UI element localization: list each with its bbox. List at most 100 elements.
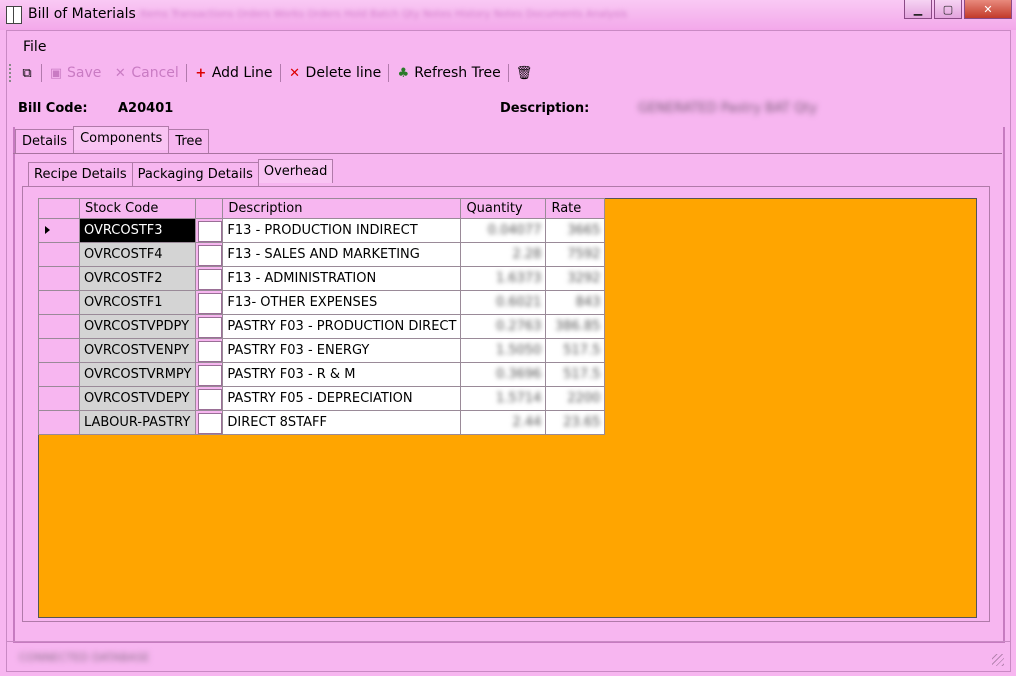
description-cell[interactable]: F13 - ADMINISTRATION xyxy=(222,266,462,291)
current-row-arrow-icon xyxy=(45,226,50,234)
col-description[interactable]: Description xyxy=(222,198,462,219)
background-menu: Items Transactions Orders Works Orders H… xyxy=(140,9,628,20)
rate-cell: 386.85 xyxy=(554,319,601,334)
col-rate[interactable]: Rate xyxy=(545,198,606,219)
cancel-icon: ✕ xyxy=(114,65,126,81)
row-selector[interactable] xyxy=(38,386,80,411)
table-row[interactable]: OVRCOSTVRMPY PASTRY F03 - R & M 0.3696 5… xyxy=(38,362,606,387)
add-line-label: Add Line xyxy=(211,65,273,81)
stock-code-cell[interactable]: OVRCOSTVPDPY xyxy=(78,314,197,339)
rate-cell: 7592 xyxy=(567,247,601,262)
tab-recipe-details[interactable]: Recipe Details xyxy=(28,162,133,186)
delete-icon: ✕ xyxy=(289,65,300,81)
lookup-cell[interactable] xyxy=(195,242,224,267)
cancel-button[interactable]: ✕ Cancel xyxy=(107,65,184,81)
stock-code-cell[interactable]: LABOUR-PASTRY xyxy=(78,410,197,435)
refresh-tree-button[interactable]: ♣ Refresh Tree xyxy=(390,65,507,81)
table-row[interactable]: OVRCOSTF4 F13 - SALES AND MARKETING 2.28… xyxy=(38,242,606,267)
row-selector[interactable] xyxy=(38,290,80,315)
table-row[interactable]: LABOUR-PASTRY DIRECT 8STAFF 2.44 23.65 xyxy=(38,410,606,435)
lookup-cell[interactable] xyxy=(195,218,224,243)
lookup-cell[interactable] xyxy=(195,314,224,339)
col-quantity[interactable]: Quantity xyxy=(460,198,547,219)
description-cell[interactable]: DIRECT 8STAFF xyxy=(222,410,462,435)
status-bar: CONNECTED DATABASE xyxy=(7,641,1010,670)
trash-icon: 🗑 xyxy=(515,65,533,81)
tab-components[interactable]: Components xyxy=(73,126,170,150)
row-selector[interactable] xyxy=(38,338,80,363)
rate-cell: 843 xyxy=(575,295,601,310)
row-selector[interactable] xyxy=(38,362,80,387)
row-selector[interactable] xyxy=(38,266,80,291)
col-stock-code[interactable]: Stock Code xyxy=(78,198,197,219)
copy-button[interactable]: ⧉ xyxy=(14,66,40,81)
resize-grip-icon[interactable] xyxy=(992,654,1004,666)
lookup-cell[interactable] xyxy=(195,290,224,315)
row-selector[interactable] xyxy=(38,314,80,339)
stock-code-cell[interactable]: OVRCOSTVDEPY xyxy=(78,386,197,411)
quantity-cell: 1.5050 xyxy=(495,343,542,358)
table-row[interactable]: OVRCOSTF2 F13 - ADMINISTRATION 1.6373 32… xyxy=(38,266,606,291)
outer-tabs: Details Components Tree xyxy=(15,126,210,153)
lookup-cell[interactable] xyxy=(195,266,224,291)
row-selector[interactable] xyxy=(38,218,80,243)
maximize-button[interactable]: ▢ xyxy=(934,0,962,19)
tab-details[interactable]: Details xyxy=(15,129,75,153)
book-icon xyxy=(6,6,22,24)
refresh-tree-label: Refresh Tree xyxy=(414,65,501,81)
quantity-cell: 0.04077 xyxy=(487,223,542,238)
table-row[interactable]: OVRCOSTVENPY PASTRY F03 - ENERGY 1.5050 … xyxy=(38,338,606,363)
lookup-cell[interactable] xyxy=(195,362,224,387)
rate-cell: 517.5 xyxy=(563,343,601,358)
add-line-button[interactable]: + Add Line xyxy=(188,65,279,81)
quantity-cell: 1.6373 xyxy=(495,271,542,286)
quantity-cell: 2.28 xyxy=(512,247,542,262)
tab-packaging-details[interactable]: Packaging Details xyxy=(131,162,259,186)
rate-cell: 3665 xyxy=(567,223,601,238)
save-label: Save xyxy=(67,65,102,81)
menu-file[interactable]: File xyxy=(23,37,46,57)
rate-cell: 517.5 xyxy=(563,367,601,382)
lookup-cell[interactable] xyxy=(195,338,224,363)
table-row[interactable]: OVRCOSTVPDPY PASTRY F03 - PRODUCTION DIR… xyxy=(38,314,606,339)
stock-code-cell[interactable]: OVRCOSTF4 xyxy=(78,242,197,267)
floppy-icon: ▣ xyxy=(49,65,63,81)
row-selector[interactable] xyxy=(38,242,80,267)
quantity-cell: 0.6021 xyxy=(495,295,542,310)
table-row[interactable]: OVRCOSTVDEPY PASTRY F05 - DEPRECIATION 1… xyxy=(38,386,606,411)
table-row[interactable]: OVRCOSTF1 F13- OTHER EXPENSES 0.6021 843 xyxy=(38,290,606,315)
trash-button[interactable]: 🗑 xyxy=(510,66,536,81)
copy-icon: ⧉ xyxy=(22,65,32,81)
stock-code-cell[interactable]: OVRCOSTF3 xyxy=(78,218,197,243)
title-bar: Bill of Materials Items Transactions Ord… xyxy=(0,0,1016,30)
description-cell[interactable]: F13 - SALES AND MARKETING xyxy=(222,242,462,267)
description-cell[interactable]: PASTRY F03 - PRODUCTION DIRECT xyxy=(222,314,462,339)
delete-line-button[interactable]: ✕ Delete line xyxy=(282,65,388,81)
close-button[interactable]: ✕ xyxy=(964,0,1012,19)
col-lookup[interactable] xyxy=(195,198,224,219)
description-cell[interactable]: PASTRY F03 - R & M xyxy=(222,362,462,387)
overhead-grid: Stock Code Description Quantity Rate OVR… xyxy=(38,198,606,435)
lookup-cell[interactable] xyxy=(195,410,224,435)
description-cell[interactable]: F13 - PRODUCTION INDIRECT xyxy=(222,218,462,243)
inner-tabs: Recipe Details Packaging Details Overhea… xyxy=(28,159,334,186)
tab-tree[interactable]: Tree xyxy=(168,129,210,153)
rate-cell: 2200 xyxy=(567,391,601,406)
tab-overhead[interactable]: Overhead xyxy=(257,159,334,183)
description-cell[interactable]: PASTRY F05 - DEPRECIATION xyxy=(222,386,462,411)
description-cell[interactable]: PASTRY F03 - ENERGY xyxy=(222,338,462,363)
description-value: GENERATED Pastry BAT Qty xyxy=(638,101,818,116)
save-button[interactable]: ▣ Save xyxy=(43,65,107,81)
lookup-cell[interactable] xyxy=(195,386,224,411)
quantity-cell: 0.2763 xyxy=(495,319,542,334)
stock-code-cell[interactable]: OVRCOSTF1 xyxy=(78,290,197,315)
minimize-button[interactable]: ▁ xyxy=(904,0,932,19)
description-label: Description: xyxy=(500,101,590,116)
stock-code-cell[interactable]: OVRCOSTF2 xyxy=(78,266,197,291)
stock-code-cell[interactable]: OVRCOSTVRMPY xyxy=(78,362,197,387)
description-cell[interactable]: F13- OTHER EXPENSES xyxy=(222,290,462,315)
table-row[interactable]: OVRCOSTF3 F13 - PRODUCTION INDIRECT 0.04… xyxy=(38,218,606,243)
client-area: File ⧉ ▣ Save ✕ Cancel + Add Line ✕ Dele… xyxy=(6,30,1011,672)
stock-code-cell[interactable]: OVRCOSTVENPY xyxy=(78,338,197,363)
row-selector[interactable] xyxy=(38,410,80,435)
